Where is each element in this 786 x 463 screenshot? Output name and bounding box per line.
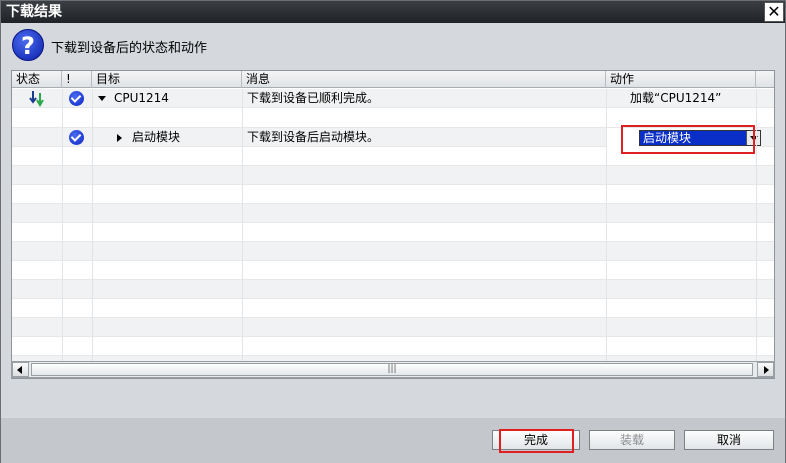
dialog-footer: 完成 装载 取消 xyxy=(1,418,785,463)
column-header-action[interactable]: 动作 xyxy=(606,71,756,88)
download-icon xyxy=(29,91,44,107)
table-row xyxy=(12,261,774,280)
table-header: 状态 ! 目标 消息 动作 xyxy=(12,71,774,88)
collapse-icon[interactable] xyxy=(98,96,106,101)
message-cell: 下载到设备已顺利完成。 xyxy=(247,91,380,105)
close-button[interactable]: ✕ xyxy=(764,2,784,22)
target-cell: 启动模块 xyxy=(117,128,180,147)
table-row xyxy=(12,223,774,242)
column-divider xyxy=(62,89,63,378)
scroll-right-arrow-icon[interactable] xyxy=(757,362,774,377)
cancel-button[interactable]: 取消 xyxy=(684,430,774,450)
title-bar: 下载结果 ✕ xyxy=(1,1,785,23)
table-row xyxy=(12,299,774,318)
horizontal-scrollbar[interactable]: ||| xyxy=(11,361,775,378)
table-row[interactable]: CPU1214 下载到设备已顺利完成。 加载“CPU1214” xyxy=(12,89,774,108)
question-icon: ? xyxy=(12,29,44,61)
column-header-message[interactable]: 消息 xyxy=(242,71,606,88)
scroll-left-arrow-icon[interactable] xyxy=(12,362,29,377)
load-button: 装载 xyxy=(589,430,675,450)
table-row xyxy=(12,242,774,261)
download-results-dialog: 下载结果 ✕ ? 下载到设备后的状态和动作 状态 ! 目标 消息 动作 CPU1… xyxy=(0,0,786,463)
action-cell: 加载“CPU1214” xyxy=(630,91,722,105)
column-header-flag[interactable]: ! xyxy=(62,71,92,88)
column-divider xyxy=(756,89,757,378)
table-row xyxy=(12,337,774,356)
target-label: CPU1214 xyxy=(114,91,169,105)
column-header-target[interactable]: 目标 xyxy=(92,71,242,88)
column-header-status[interactable]: 状态 xyxy=(12,71,62,88)
table-row xyxy=(12,318,774,337)
column-divider xyxy=(92,89,93,378)
dialog-title: 下载结果 xyxy=(6,4,62,20)
success-check-icon xyxy=(69,130,84,145)
message-cell: 下载到设备后启动模块。 xyxy=(247,130,380,144)
table-row xyxy=(12,185,774,204)
results-table: 状态 ! 目标 消息 动作 CPU1214 下载到设备已顺利完成。 加载“CPU… xyxy=(11,70,775,379)
column-divider xyxy=(606,89,607,378)
highlight-action-select xyxy=(621,125,755,154)
highlight-finish-button xyxy=(499,429,574,453)
table-row xyxy=(12,166,774,185)
table-row xyxy=(12,204,774,223)
expand-icon[interactable] xyxy=(117,133,122,142)
target-cell: CPU1214 xyxy=(98,89,169,108)
target-label: 启动模块 xyxy=(132,130,181,144)
header-text: 下载到设备后的状态和动作 xyxy=(51,41,208,56)
dialog-header: ? 下载到设备后的状态和动作 xyxy=(1,23,785,67)
column-divider xyxy=(242,89,243,378)
success-check-icon xyxy=(69,91,84,106)
table-row xyxy=(12,280,774,299)
scroll-thumb[interactable]: ||| xyxy=(31,363,753,376)
